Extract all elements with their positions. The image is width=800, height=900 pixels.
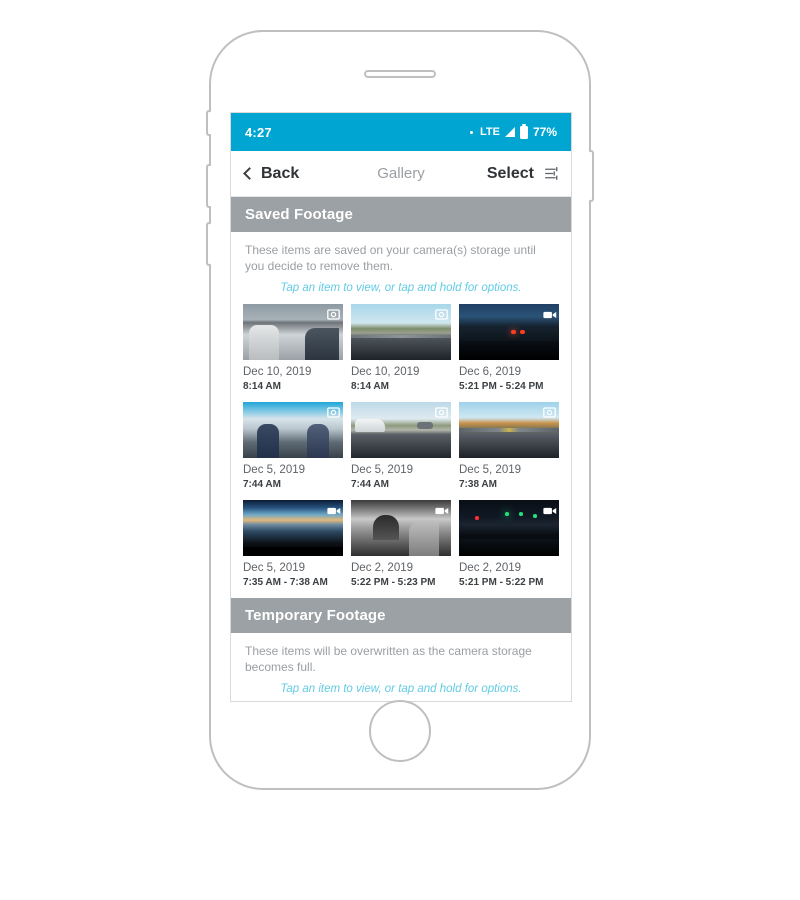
section-header-temporary: Temporary Footage — [231, 598, 571, 633]
item-date: Dec 2, 2019 — [459, 562, 522, 574]
item-time: 5:21 PM - 5:22 PM — [459, 577, 544, 588]
photo-badge-icon — [435, 307, 448, 320]
section-description-temporary: These items will be overwritten as the c… — [245, 644, 532, 674]
photo-badge-icon — [543, 405, 556, 418]
power-button[interactable] — [589, 150, 594, 202]
gallery-item[interactable]: Dec 2, 2019 5:22 PM - 5:23 PM — [351, 500, 451, 588]
section-hint-temporary: Tap an item to view, or tap and hold for… — [280, 683, 522, 695]
gallery-item[interactable]: Dec 5, 2019 7:44 AM — [243, 402, 343, 490]
thumbnail[interactable] — [459, 402, 559, 458]
item-time: 8:14 AM — [243, 381, 281, 392]
item-date: Dec 6, 2019 — [459, 366, 522, 378]
thumbnail[interactable] — [351, 500, 451, 556]
dot-indicator-icon — [470, 130, 473, 134]
gallery-row: Dec 10, 2019 8:14 AM Dec 10, 2019 8:14 A… — [243, 304, 559, 392]
gallery-row: Dec 5, 2019 7:35 AM - 7:38 AM Dec 2, 201… — [243, 500, 559, 588]
gallery-row: Dec 5, 2019 7:44 AM Dec 5, 2019 7:44 AM — [243, 402, 559, 490]
signal-strength-icon — [504, 127, 515, 137]
gallery-item[interactable]: Dec 5, 2019 7:35 AM - 7:38 AM — [243, 500, 343, 588]
photo-badge-icon — [327, 307, 340, 320]
thumbnail[interactable] — [459, 304, 559, 360]
item-date: Dec 5, 2019 — [243, 562, 306, 574]
video-badge-icon — [327, 503, 341, 515]
earpiece-speaker — [364, 70, 436, 78]
gallery-item[interactable]: Dec 6, 2019 5:21 PM - 5:24 PM — [459, 304, 559, 392]
item-date: Dec 10, 2019 — [351, 366, 420, 378]
silent-switch-button[interactable] — [206, 110, 211, 136]
gallery-item[interactable]: Dec 2, 2019 5:21 PM - 5:22 PM — [459, 500, 559, 588]
thumbnail[interactable] — [243, 304, 343, 360]
gallery-item[interactable]: Dec 5, 2019 7:44 AM — [351, 402, 451, 490]
gallery-item[interactable]: Dec 10, 2019 8:14 AM — [243, 304, 343, 392]
volume-up-button[interactable] — [206, 164, 211, 208]
item-date: Dec 5, 2019 — [459, 464, 522, 476]
gallery-scroll-area[interactable]: Saved Footage These items are saved on y… — [231, 197, 571, 701]
video-badge-icon — [543, 503, 557, 515]
thumbnail[interactable] — [351, 402, 451, 458]
phone-device-frame: 4:27 LTE 77% Back Gallery Select Saved F… — [206, 30, 594, 790]
phone-screen: 4:27 LTE 77% Back Gallery Select Saved F… — [230, 112, 572, 702]
photo-badge-icon — [327, 405, 340, 418]
item-date: Dec 5, 2019 — [351, 464, 414, 476]
thumbnail[interactable] — [243, 402, 343, 458]
item-time: 8:14 AM — [351, 381, 389, 392]
status-indicators: LTE 77% — [470, 123, 557, 139]
back-button[interactable]: Back — [243, 164, 300, 183]
item-date: Dec 10, 2019 — [243, 366, 312, 378]
volume-down-button[interactable] — [206, 222, 211, 266]
thumbnail[interactable] — [351, 304, 451, 360]
chevron-left-icon — [243, 167, 256, 180]
battery-percent-label: 77% — [532, 125, 557, 139]
gallery-item[interactable]: Dec 10, 2019 8:14 AM — [351, 304, 451, 392]
item-time: 7:38 AM — [459, 479, 497, 490]
video-badge-icon — [435, 503, 449, 515]
select-button[interactable]: Select — [487, 165, 534, 183]
photo-badge-icon — [435, 405, 448, 418]
section-header-saved: Saved Footage — [231, 197, 571, 232]
section-description-saved: These items are saved on your camera(s) … — [245, 243, 536, 273]
item-date: Dec 2, 2019 — [351, 562, 414, 574]
section-hint-saved: Tap an item to view, or tap and hold for… — [280, 282, 522, 294]
home-button[interactable] — [369, 700, 431, 762]
gallery-item[interactable]: Dec 5, 2019 7:38 AM — [459, 402, 559, 490]
navigation-bar: Back Gallery Select — [231, 151, 571, 197]
video-badge-icon — [543, 307, 557, 319]
status-time: 4:27 — [245, 124, 272, 140]
thumbnail[interactable] — [459, 500, 559, 556]
status-bar: 4:27 LTE 77% — [231, 113, 571, 151]
item-time: 7:44 AM — [351, 479, 389, 490]
back-button-label: Back — [261, 164, 300, 182]
sliders-filter-icon[interactable] — [544, 165, 561, 182]
item-time: 7:35 AM - 7:38 AM — [243, 577, 328, 588]
nav-right-actions: Select — [487, 165, 561, 183]
item-time: 5:22 PM - 5:23 PM — [351, 577, 436, 588]
item-time: 5:21 PM - 5:24 PM — [459, 381, 544, 392]
item-time: 7:44 AM — [243, 479, 281, 490]
battery-icon — [519, 123, 528, 139]
saved-footage-grid: Dec 10, 2019 8:14 AM Dec 10, 2019 8:14 A… — [231, 304, 571, 588]
item-date: Dec 5, 2019 — [243, 464, 306, 476]
network-type-label: LTE — [480, 126, 500, 138]
thumbnail[interactable] — [243, 500, 343, 556]
